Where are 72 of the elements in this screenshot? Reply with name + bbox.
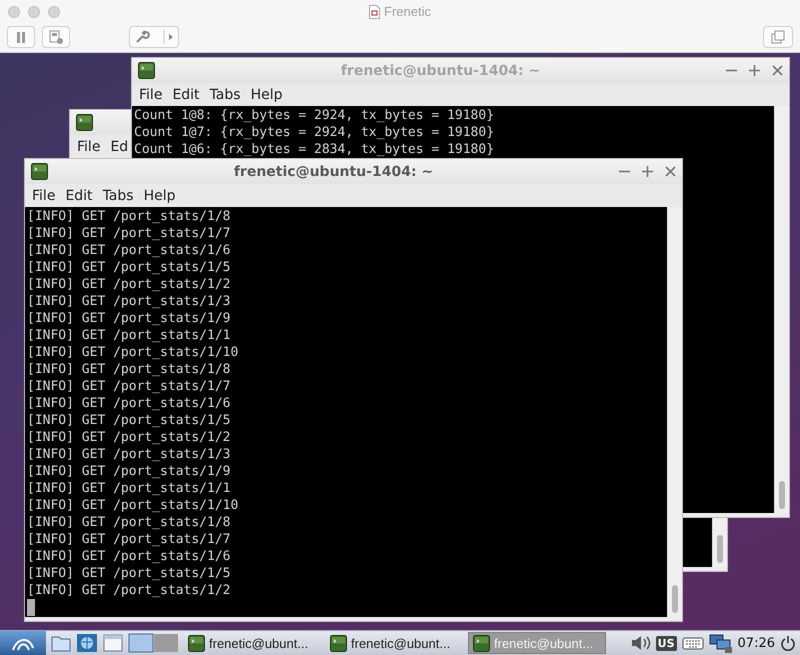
snapshot-button[interactable] <box>42 26 70 48</box>
terminal-line: [INFO] GET /port_stats/1/7 <box>27 378 230 395</box>
terminal-icon <box>188 634 205 652</box>
volume-icon[interactable] <box>630 635 651 651</box>
terminal-line: [INFO] GET /port_stats/1/6 <box>27 395 230 412</box>
settings-button[interactable] <box>129 26 179 48</box>
menu-item[interactable]: File <box>27 186 60 206</box>
menu-item[interactable]: Help <box>138 186 180 206</box>
terminal-line: [INFO] GET /port_stats/1/6 <box>27 548 230 565</box>
menu-item[interactable]: File <box>134 84 168 104</box>
terminal-line: [INFO] GET /port_stats/1/3 <box>27 446 230 463</box>
terminal-line: [INFO] GET /port_stats/1/8 <box>27 361 230 378</box>
taskbar-button[interactable]: frenetic@ubunt... <box>326 632 464 654</box>
terminal-line: [INFO] GET /port_stats/1/9 <box>27 463 230 480</box>
text-cursor <box>27 599 35 616</box>
terminal-line: [INFO] GET /port_stats/1/1 <box>27 327 230 344</box>
close-icon[interactable] <box>772 65 783 76</box>
menu-item[interactable]: Tabs <box>98 186 139 206</box>
terminal-line: [INFO] GET /port_stats/1/5 <box>27 412 230 429</box>
terminal-icon <box>473 634 490 652</box>
terminal-line: [INFO] GET /port_stats/1/8 <box>27 514 230 531</box>
terminal-line: [INFO] GET /port_stats/1/8 <box>27 208 230 225</box>
terminal-line: [INFO] GET /port_stats/1/2 <box>27 276 230 293</box>
terminal-line: Count 1@7: {rx_bytes = 2924, tx_bytes = 19180} <box>134 124 494 141</box>
pause-button[interactable] <box>7 26 35 48</box>
window-title: frenetic@ubuntu-1404: ~ <box>232 164 434 180</box>
menu-item[interactable]: Edit <box>167 84 205 104</box>
window-title: Frenetic <box>384 4 431 19</box>
terminal-line: [INFO] GET /port_stats/1/7 <box>27 225 230 242</box>
terminal-line: [INFO] GET /port_stats/1/10 <box>27 344 238 361</box>
start-button[interactable] <box>0 631 46 655</box>
windows-icon <box>771 30 785 44</box>
menu-item[interactable]: Edit <box>60 186 98 206</box>
menu-item[interactable]: Tabs <box>204 84 246 104</box>
terminal-line: [INFO] GET /port_stats/1/9 <box>27 310 230 327</box>
wrench-icon <box>134 30 174 44</box>
window-title: frenetic@ubuntu-1404: ~ <box>340 62 542 78</box>
network-icon[interactable] <box>708 633 733 653</box>
terminal-line: [INFO] GET /port_stats/1/3 <box>27 293 230 310</box>
maximize-icon[interactable] <box>749 65 760 76</box>
terminal-line: [INFO] GET /port_stats/1/6 <box>27 242 230 259</box>
window-icon[interactable] <box>102 633 124 653</box>
scrollbar-thumb[interactable] <box>717 535 723 563</box>
window-mode-button[interactable] <box>763 26 793 48</box>
close-icon[interactable] <box>665 166 676 177</box>
terminal-line: [INFO] GET /port_stats/1/2 <box>27 429 230 446</box>
terminal-line: [INFO] GET /port_stats/1/1 <box>27 480 230 497</box>
document-icon <box>369 4 380 18</box>
terminal-line: [INFO] GET /port_stats/1/5 <box>27 565 230 582</box>
globe-icon[interactable] <box>76 633 98 653</box>
terminal-line: [INFO] GET /port_stats/1/10 <box>27 497 238 514</box>
clock: 07:26 <box>738 636 775 650</box>
menu-item[interactable]: Ed <box>105 136 134 156</box>
menu-item[interactable]: Help <box>246 84 288 104</box>
terminal-line: Count 1@6: {rx_bytes = 2834, tx_bytes = 19180} <box>134 141 494 158</box>
terminal-icon <box>76 114 93 131</box>
snapshot-icon <box>49 30 63 44</box>
keyboard-icon[interactable] <box>682 636 704 650</box>
terminal-icon <box>330 634 347 652</box>
pause-icon <box>16 32 26 42</box>
terminal-line: [INFO] GET /port_stats/1/2 <box>27 582 230 599</box>
menu-item[interactable]: File <box>72 136 106 156</box>
terminal-line: [INFO] GET /port_stats/1/7 <box>27 531 230 548</box>
terminal-line: Count 1@8: {rx_bytes = 2924, tx_bytes = 19180} <box>134 107 494 124</box>
maximize-icon[interactable] <box>642 166 653 177</box>
workspace-switcher-icon[interactable] <box>128 633 180 653</box>
power-icon[interactable] <box>780 635 796 651</box>
terminal-icon <box>31 163 48 180</box>
keyboard-layout[interactable]: US <box>656 636 677 650</box>
terminal-icon <box>138 62 155 79</box>
taskbar-button[interactable]: frenetic@ubunt... <box>184 632 322 654</box>
terminal-line: [INFO] GET /port_stats/1/5 <box>27 259 230 276</box>
